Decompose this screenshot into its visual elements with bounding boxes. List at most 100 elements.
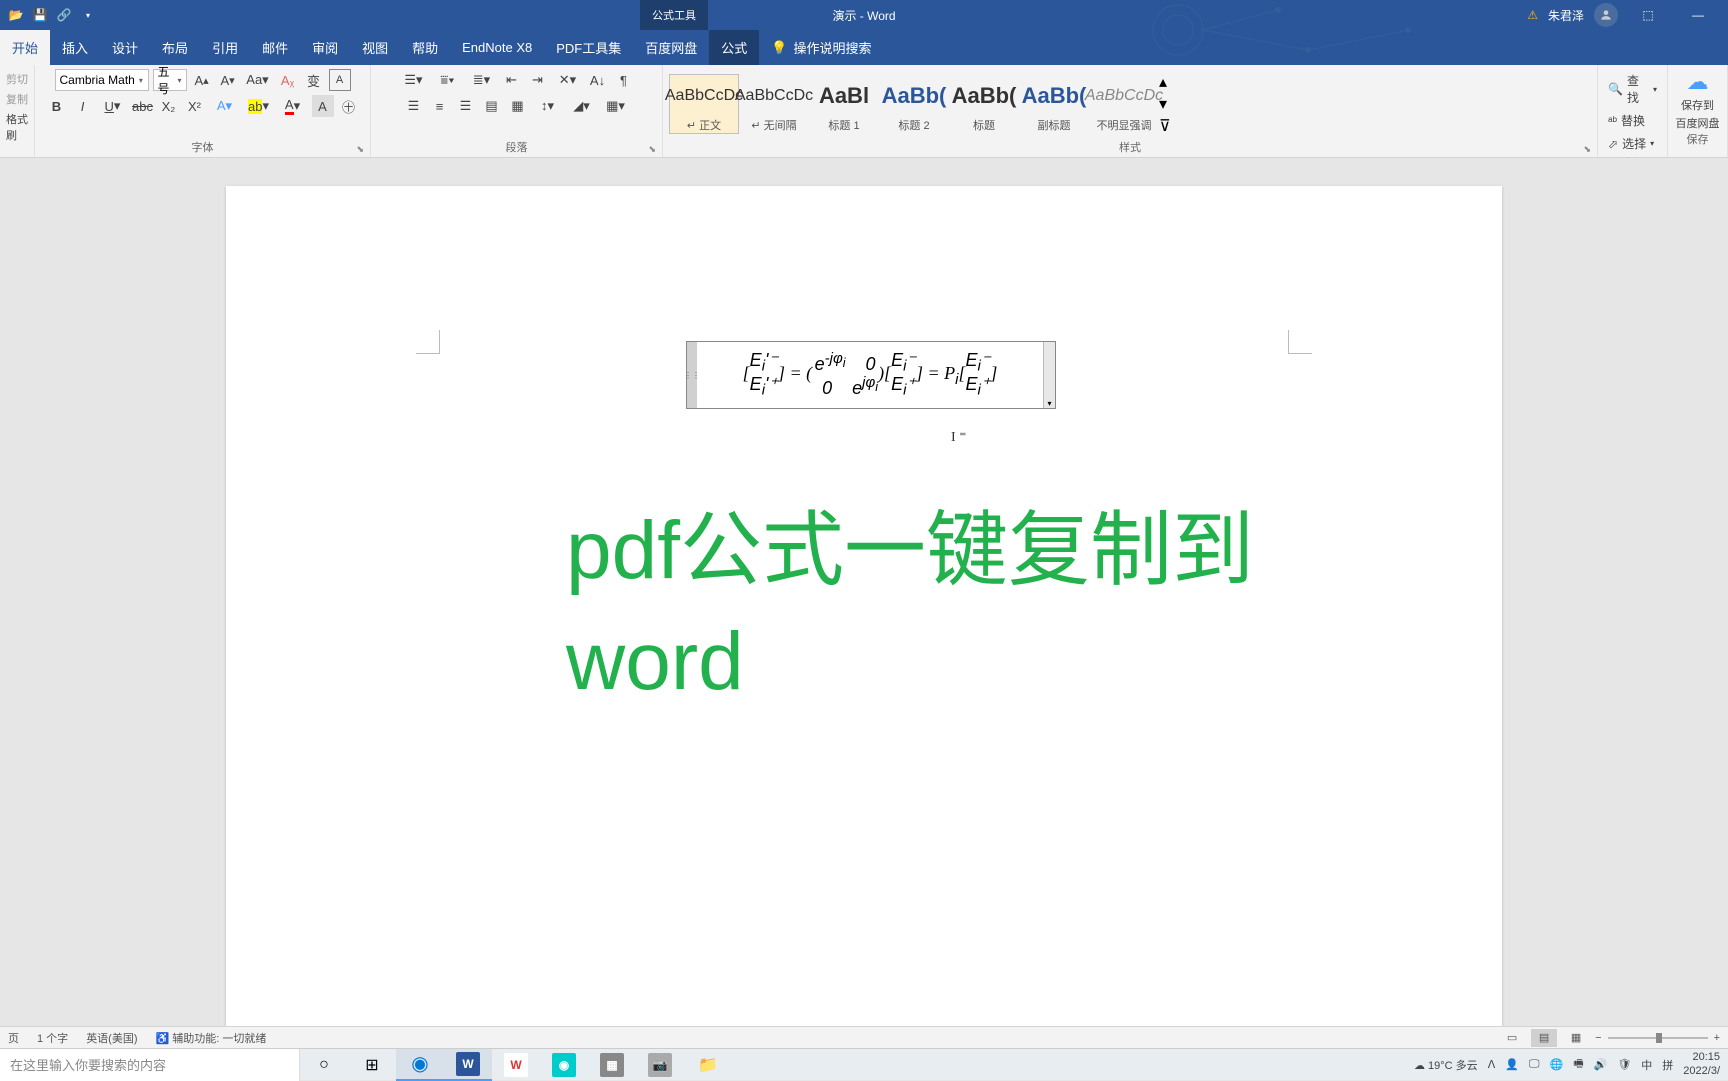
status-lang[interactable]: 英语(美国): [86, 1030, 137, 1046]
tray-app-icon[interactable]: 👤: [1505, 1058, 1519, 1071]
highlight-button[interactable]: ab▾: [244, 95, 274, 117]
numbering-button[interactable]: ⩸▾: [433, 69, 463, 91]
tab-home[interactable]: 开始: [0, 30, 50, 65]
select-button[interactable]: ⬀选择▾: [1604, 132, 1661, 155]
ime-indicator[interactable]: 中: [1641, 1057, 1652, 1073]
grow-font-button[interactable]: A▴: [191, 69, 213, 91]
minimize-button[interactable]: —: [1678, 0, 1718, 30]
zoom-out-button[interactable]: −: [1595, 1032, 1601, 1044]
tab-pdftools[interactable]: PDF工具集: [544, 30, 633, 65]
change-case-button[interactable]: Aa▾: [243, 69, 273, 91]
font-name-select[interactable]: Cambria Math▾: [55, 69, 149, 91]
style-title[interactable]: AaBb(标题: [949, 74, 1019, 134]
paragraph-launcher-icon[interactable]: ⬊: [648, 144, 656, 155]
line-spacing-button[interactable]: ↕▾: [533, 95, 563, 117]
style-nospacing[interactable]: AaBbCcDc↵ 无间隔: [739, 74, 809, 134]
equation-dropdown-icon[interactable]: ▾: [1043, 342, 1055, 408]
asian-layout-button[interactable]: ✕▾: [553, 69, 583, 91]
word-icon[interactable]: W: [444, 1049, 492, 1081]
style-more-button[interactable]: ▴▾⊽: [1159, 72, 1179, 136]
justify-button[interactable]: ▤: [481, 95, 503, 117]
ime-mode[interactable]: 拼: [1662, 1057, 1673, 1073]
tray-volume-icon[interactable]: 🔊: [1594, 1058, 1608, 1071]
style-heading1[interactable]: AaBl标题 1: [809, 74, 879, 134]
status-page[interactable]: 页: [8, 1030, 19, 1046]
zoom-slider[interactable]: [1608, 1037, 1708, 1039]
align-left-button[interactable]: ☰: [403, 95, 425, 117]
app-icon[interactable]: 📷: [636, 1049, 684, 1081]
shrink-font-button[interactable]: A▾: [217, 69, 239, 91]
strikethrough-button[interactable]: abc: [132, 95, 154, 117]
avatar[interactable]: [1594, 3, 1618, 27]
equation-object[interactable]: ⋮⋮ [Ei'⁻Ei'⁺] = (e-jφi 0 0 ejφi)[Ei⁻Ei⁺]…: [686, 341, 1056, 409]
explorer-icon[interactable]: 📁: [684, 1049, 732, 1081]
tab-equation[interactable]: 公式: [709, 30, 759, 65]
tab-help[interactable]: 帮助: [400, 30, 450, 65]
styles-launcher-icon[interactable]: ⬊: [1583, 144, 1591, 155]
task-view-icon[interactable]: ⊞: [348, 1049, 396, 1081]
enclose-char-button[interactable]: ㊉: [338, 95, 360, 117]
text-effects-button[interactable]: A▾: [210, 95, 240, 117]
distribute-button[interactable]: ▦: [507, 95, 529, 117]
font-size-select[interactable]: 五号▾: [153, 69, 187, 91]
style-subtle[interactable]: AaBbCcDc不明显强调: [1089, 74, 1159, 134]
qat-dropdown-icon[interactable]: ▾: [80, 7, 96, 23]
status-words[interactable]: 1 个字: [37, 1030, 68, 1046]
status-accessibility[interactable]: ♿ 辅助功能: 一切就绪: [156, 1030, 267, 1046]
equation-content[interactable]: [Ei'⁻Ei'⁺] = (e-jφi 0 0 ejφi)[Ei⁻Ei⁺] = …: [697, 347, 1043, 403]
view-read-button[interactable]: ▭: [1499, 1029, 1525, 1047]
tab-mailings[interactable]: 邮件: [250, 30, 300, 65]
tab-layout[interactable]: 布局: [150, 30, 200, 65]
subscript-button[interactable]: X₂: [158, 95, 180, 117]
multilevel-button[interactable]: ≣▾: [467, 69, 497, 91]
username[interactable]: 朱君泽: [1548, 7, 1584, 24]
document-area[interactable]: ⋮⋮ [Ei'⁻Ei'⁺] = (e-jφi 0 0 ejφi)[Ei⁻Ei⁺]…: [0, 158, 1728, 1032]
tray-chevron-icon[interactable]: ᐱ: [1488, 1058, 1496, 1071]
tab-endnote[interactable]: EndNote X8: [450, 30, 544, 65]
superscript-button[interactable]: X²: [184, 95, 206, 117]
italic-button[interactable]: I: [72, 95, 94, 117]
tab-view[interactable]: 视图: [350, 30, 400, 65]
equation-handle[interactable]: ⋮⋮: [687, 342, 697, 408]
clear-format-button[interactable]: Aᵪ: [277, 69, 299, 91]
decrease-indent-button[interactable]: ⇤: [501, 69, 523, 91]
tab-design[interactable]: 设计: [100, 30, 150, 65]
shading-button[interactable]: ◢▾: [567, 95, 597, 117]
taskbar-search[interactable]: 在这里输入你要搜索的内容: [0, 1049, 300, 1081]
show-marks-button[interactable]: ¶: [613, 69, 635, 91]
tab-insert[interactable]: 插入: [50, 30, 100, 65]
style-subtitle[interactable]: AaBb(副标题: [1019, 74, 1089, 134]
tab-baidu[interactable]: 百度网盘: [633, 30, 709, 65]
share-icon[interactable]: 🔗: [56, 7, 72, 23]
bold-button[interactable]: B: [46, 95, 68, 117]
style-heading2[interactable]: AaBb(标题 2: [879, 74, 949, 134]
char-border-button[interactable]: A: [329, 69, 351, 91]
underline-button[interactable]: U▾: [98, 95, 128, 117]
tab-references[interactable]: 引用: [200, 30, 250, 65]
phonetic-button[interactable]: 变: [303, 69, 325, 91]
char-shading-button[interactable]: A: [312, 95, 334, 117]
tell-me-search[interactable]: 💡 操作说明搜索: [759, 30, 883, 65]
app-icon[interactable]: ◉: [540, 1049, 588, 1081]
view-print-button[interactable]: ▤: [1531, 1029, 1557, 1047]
save-cloud-button[interactable]: ☁ 保存到 百度网盘: [1674, 69, 1721, 131]
font-color-button[interactable]: A▾: [278, 95, 308, 117]
tray-security-icon[interactable]: 🛡: [1617, 1058, 1631, 1071]
tray-display-icon[interactable]: 🖵: [1529, 1058, 1540, 1071]
sort-button[interactable]: A↓: [587, 69, 609, 91]
view-web-button[interactable]: ▦: [1563, 1029, 1589, 1047]
tray-clock[interactable]: 20:15 2022/3/: [1683, 1051, 1720, 1077]
app-icon[interactable]: ▦: [588, 1049, 636, 1081]
open-icon[interactable]: 📂: [8, 7, 24, 23]
save-icon[interactable]: 💾: [32, 7, 48, 23]
format-painter[interactable]: 格式刷: [6, 109, 28, 145]
page[interactable]: ⋮⋮ [Ei'⁻Ei'⁺] = (e-jφi 0 0 ejφi)[Ei⁻Ei⁺]…: [226, 186, 1502, 1032]
wps-icon[interactable]: W: [492, 1049, 540, 1081]
weather-widget[interactable]: ☁ 19°C 多云: [1414, 1057, 1478, 1073]
zoom-in-button[interactable]: +: [1714, 1032, 1720, 1044]
tray-battery-icon[interactable]: 🖷: [1573, 1055, 1583, 1074]
align-center-button[interactable]: ≡: [429, 95, 451, 117]
ribbon-display-icon[interactable]: ⬚: [1628, 0, 1668, 30]
cortana-icon[interactable]: ○: [300, 1049, 348, 1081]
font-launcher-icon[interactable]: ⬊: [356, 144, 364, 155]
